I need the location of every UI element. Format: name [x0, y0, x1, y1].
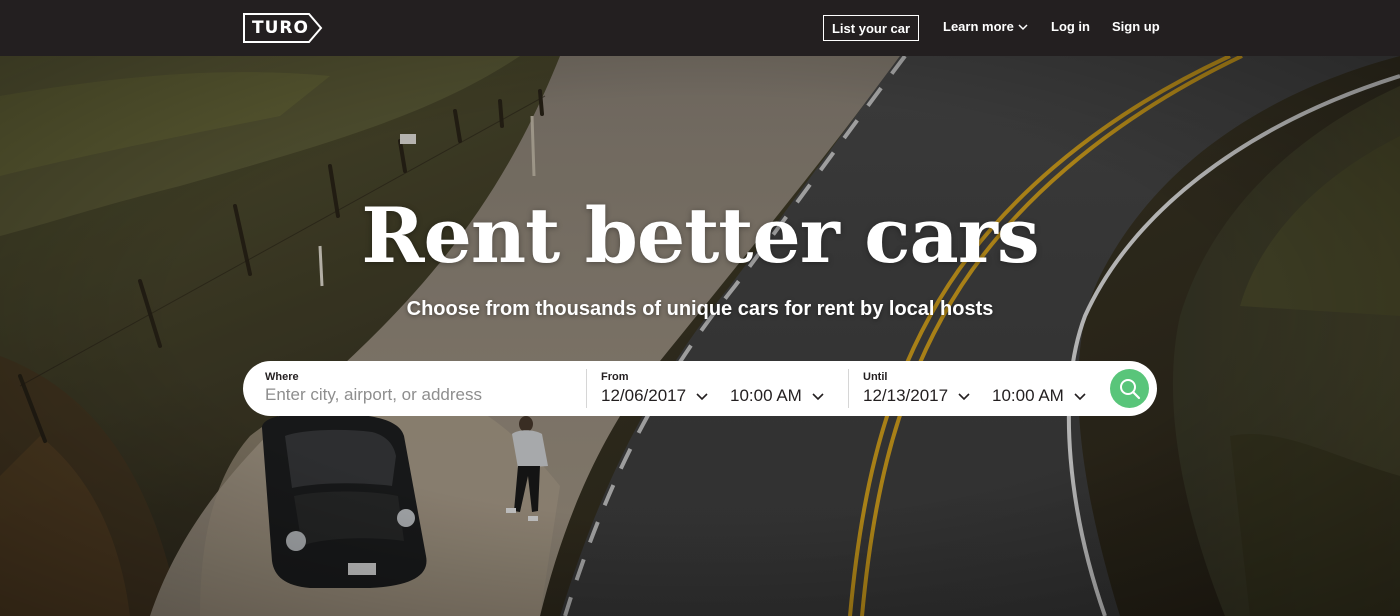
logo-text: TURO — [252, 18, 309, 38]
chevron-down-icon — [812, 393, 824, 401]
hero-subtitle: Choose from thousands of unique cars for… — [406, 298, 994, 320]
chevron-down-icon — [958, 393, 970, 401]
sign-up-link[interactable]: Sign up — [1112, 19, 1160, 34]
where-input[interactable] — [265, 383, 565, 407]
list-your-car-button[interactable]: List your car — [823, 15, 919, 41]
where-label: Where — [265, 371, 299, 383]
learn-more-menu[interactable]: Learn more — [943, 19, 1028, 34]
hero-title: Rent better cars — [361, 191, 1039, 280]
from-date-select[interactable]: 12/06/2017 — [601, 384, 708, 408]
chevron-down-icon — [696, 393, 708, 401]
turo-logo[interactable]: TURO — [243, 13, 323, 43]
until-date-value: 12/13/2017 — [863, 386, 949, 405]
hero-section: Rent better cars Choose from thousands o… — [0, 56, 1400, 616]
top-navigation-bar: TURO List your car Learn more Log in Sig… — [0, 0, 1400, 56]
until-field: Until 12/13/2017 10:00 AM — [849, 361, 1107, 416]
search-bar: Where From 12/06/2017 10:00 AM Until 12/… — [243, 361, 1157, 416]
hero-background-image — [0, 56, 1400, 616]
until-time-select[interactable]: 10:00 AM — [992, 384, 1086, 408]
where-field: Where — [243, 361, 583, 416]
chevron-down-icon — [1074, 393, 1086, 401]
search-icon — [1119, 378, 1140, 399]
learn-more-label: Learn more — [943, 19, 1014, 34]
log-in-link[interactable]: Log in — [1051, 19, 1090, 34]
from-date-value: 12/06/2017 — [601, 386, 687, 405]
until-time-value: 10:00 AM — [992, 386, 1064, 405]
until-label: Until — [863, 371, 888, 383]
from-label: From — [601, 371, 629, 383]
from-time-select[interactable]: 10:00 AM — [730, 384, 824, 408]
chevron-down-icon — [1018, 23, 1028, 30]
search-button[interactable] — [1110, 369, 1149, 408]
until-date-select[interactable]: 12/13/2017 — [863, 384, 970, 408]
from-field: From 12/06/2017 10:00 AM — [587, 361, 847, 416]
from-time-value: 10:00 AM — [730, 386, 802, 405]
